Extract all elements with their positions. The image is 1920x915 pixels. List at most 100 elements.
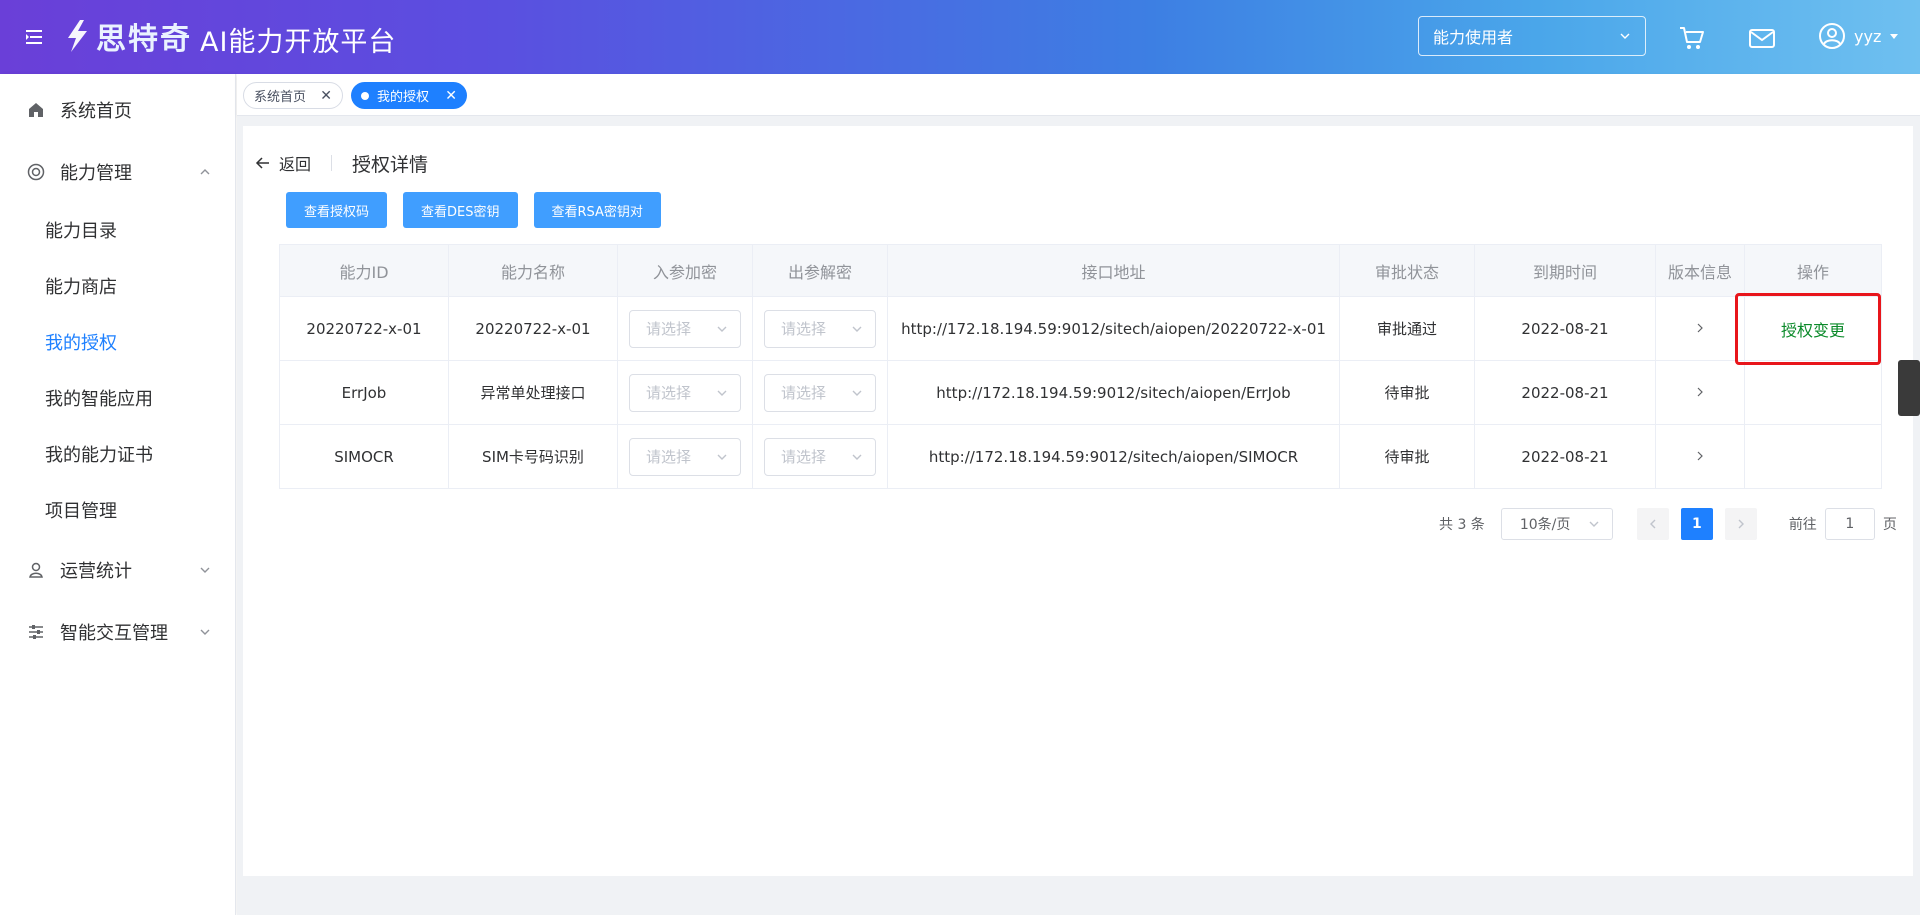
table-header-row: 能力ID 能力名称 入参加密 出参解密 接口地址 审批状态 到期时间 版本信息 … <box>279 244 1882 297</box>
page-number-current[interactable]: 1 <box>1680 508 1713 540</box>
chevron-up-icon <box>200 169 210 175</box>
cart-icon[interactable] <box>1678 24 1706 52</box>
caret-down-icon <box>1890 34 1899 39</box>
close-icon[interactable]: ✕ <box>445 88 457 104</box>
api-url-cell: http://172.18.194.59:9012/sitech/aiopen/… <box>887 424 1340 489</box>
chevron-down-icon <box>852 454 862 460</box>
select-placeholder: 请选择 <box>781 384 827 402</box>
output-decrypt-cell: 请选择 <box>752 360 888 425</box>
ability-name-cell: 20220722-x-01 <box>448 296 618 361</box>
next-page-button[interactable] <box>1724 508 1757 540</box>
input-encrypt-cell: 请选择 <box>617 424 753 489</box>
ability-name-cell: 异常单处理接口 <box>448 360 618 425</box>
page-suffix: 页 <box>1882 517 1897 533</box>
platform-title: AI能力开放平台 <box>200 27 397 58</box>
goto-page-input[interactable]: 1 <box>1824 508 1875 540</box>
page-size-value: 10条/页 <box>1519 517 1571 533</box>
pagination-total: 共 3 条 <box>1439 517 1485 533</box>
sidebar-item-ability-catalog[interactable]: 能力目录 <box>0 202 236 258</box>
column-header: 到期时间 <box>1474 244 1656 297</box>
sidebar-item-operation-stats[interactable]: 运营统计 <box>0 542 236 598</box>
column-header: 出参解密 <box>752 244 888 297</box>
role-select[interactable]: 能力使用者 <box>1418 16 1646 56</box>
main-area: 返回 授权详情 查看授权码 查看DES密钥 查看RSA密钥对 能力ID 能力名称… <box>237 116 1920 915</box>
chevron-down-icon <box>200 629 210 635</box>
sidebar-item-my-smart-apps[interactable]: 我的智能应用 <box>0 370 236 426</box>
output-decrypt-cell: 请选择 <box>752 424 888 489</box>
sidebar-item-label: 系统首页 <box>60 101 132 122</box>
output-decrypt-select[interactable]: 请选择 <box>764 373 876 412</box>
sliders-icon <box>26 622 46 642</box>
column-header: 接口地址 <box>887 244 1340 297</box>
authorization-table: 能力ID 能力名称 入参加密 出参解密 接口地址 审批状态 到期时间 版本信息 … <box>279 244 1882 489</box>
operation-cell <box>1744 424 1882 489</box>
tab-home[interactable]: 系统首页 ✕ <box>243 82 343 109</box>
sidebar-item-my-authorization[interactable]: 我的授权 <box>0 314 236 370</box>
column-header: 版本信息 <box>1655 244 1745 297</box>
ability-id-cell: SIMOCR <box>279 424 449 489</box>
input-encrypt-select[interactable]: 请选择 <box>629 373 741 412</box>
chevron-right-icon[interactable] <box>1694 450 1706 462</box>
select-placeholder: 请选择 <box>781 320 827 338</box>
output-decrypt-select[interactable]: 请选择 <box>764 309 876 348</box>
tab-my-authorization[interactable]: 我的授权 ✕ <box>351 82 467 109</box>
chevron-down-icon <box>717 326 727 332</box>
chevron-right-icon[interactable] <box>1694 322 1706 334</box>
column-header: 操作 <box>1744 244 1882 297</box>
logo-mark-icon <box>68 20 87 52</box>
chevron-right-icon[interactable] <box>1694 386 1706 398</box>
sidebar-item-project-management[interactable]: 项目管理 <box>0 482 236 538</box>
page-header: 返回 授权详情 <box>255 150 428 176</box>
select-placeholder: 请选择 <box>646 320 692 338</box>
arrow-left-icon <box>255 157 269 169</box>
change-authorization-link[interactable]: 授权变更 <box>1781 321 1845 340</box>
input-encrypt-select[interactable]: 请选择 <box>629 437 741 476</box>
logo-text: 思特奇 <box>96 22 192 57</box>
chevron-down-icon <box>717 390 727 396</box>
table-row: 20220722-x-01 20220722-x-01 请选择 请选择 http… <box>279 293 1882 365</box>
back-button[interactable]: 返回 <box>255 151 311 175</box>
operation-cell <box>1744 360 1882 425</box>
tab-label: 我的授权 <box>377 90 430 105</box>
output-decrypt-select[interactable]: 请选择 <box>764 437 876 476</box>
mail-icon[interactable] <box>1748 24 1776 52</box>
scrollbar-handle[interactable] <box>1898 360 1920 416</box>
select-placeholder: 请选择 <box>781 448 827 466</box>
view-rsa-keypair-button[interactable]: 查看RSA密钥对 <box>533 192 661 228</box>
input-encrypt-cell: 请选择 <box>617 360 753 425</box>
sidebar-item-ability-management[interactable]: 能力管理 <box>0 144 236 200</box>
tags-view: 系统首页 ✕ 我的授权 ✕ <box>237 74 1920 116</box>
table-row: ErrJob 异常单处理接口 请选择 请选择 http://172.18.194… <box>279 360 1882 425</box>
approval-status-cell: 待审批 <box>1339 360 1475 425</box>
goto-label: 前往 <box>1788 517 1817 533</box>
api-url-cell: http://172.18.194.59:9012/sitech/aiopen/… <box>887 360 1340 425</box>
sidebar-item-my-certificates[interactable]: 我的能力证书 <box>0 426 236 482</box>
chevron-down-icon <box>852 326 862 332</box>
sidebar-item-home[interactable]: 系统首页 <box>0 82 236 138</box>
close-icon[interactable]: ✕ <box>320 88 332 104</box>
version-info-cell <box>1655 360 1745 425</box>
username: yyz <box>1854 26 1882 46</box>
sidebar-item-label: 智能交互管理 <box>60 623 168 644</box>
user-menu[interactable]: yyz <box>1818 22 1899 50</box>
prev-page-button[interactable] <box>1636 508 1669 540</box>
chevron-down-icon <box>1589 521 1599 527</box>
approval-status-cell: 待审批 <box>1339 424 1475 489</box>
ability-id-cell: 20220722-x-01 <box>279 296 449 361</box>
chevron-down-icon <box>200 567 210 573</box>
sidebar-item-ability-store[interactable]: 能力商店 <box>0 258 236 314</box>
ability-id-cell: ErrJob <box>279 360 449 425</box>
input-encrypt-select[interactable]: 请选择 <box>629 309 741 348</box>
view-auth-code-button[interactable]: 查看授权码 <box>286 192 388 228</box>
action-buttons: 查看授权码 查看DES密钥 查看RSA密钥对 <box>286 192 661 228</box>
expire-date-cell: 2022-08-21 <box>1474 296 1656 361</box>
menu-toggle-icon[interactable] <box>24 26 46 48</box>
view-des-key-button[interactable]: 查看DES密钥 <box>403 192 518 228</box>
tab-label: 系统首页 <box>254 90 307 105</box>
api-url-cell: http://172.18.194.59:9012/sitech/aiopen/… <box>887 296 1340 361</box>
chevron-left-icon <box>1649 519 1656 529</box>
role-select-value: 能力使用者 <box>1433 28 1514 47</box>
sidebar-item-smart-interaction[interactable]: 智能交互管理 <box>0 604 236 660</box>
page-size-select[interactable]: 10条/页 <box>1500 508 1613 540</box>
top-header: 思特奇 AI能力开放平台 能力使用者 yyz <box>0 0 1920 74</box>
